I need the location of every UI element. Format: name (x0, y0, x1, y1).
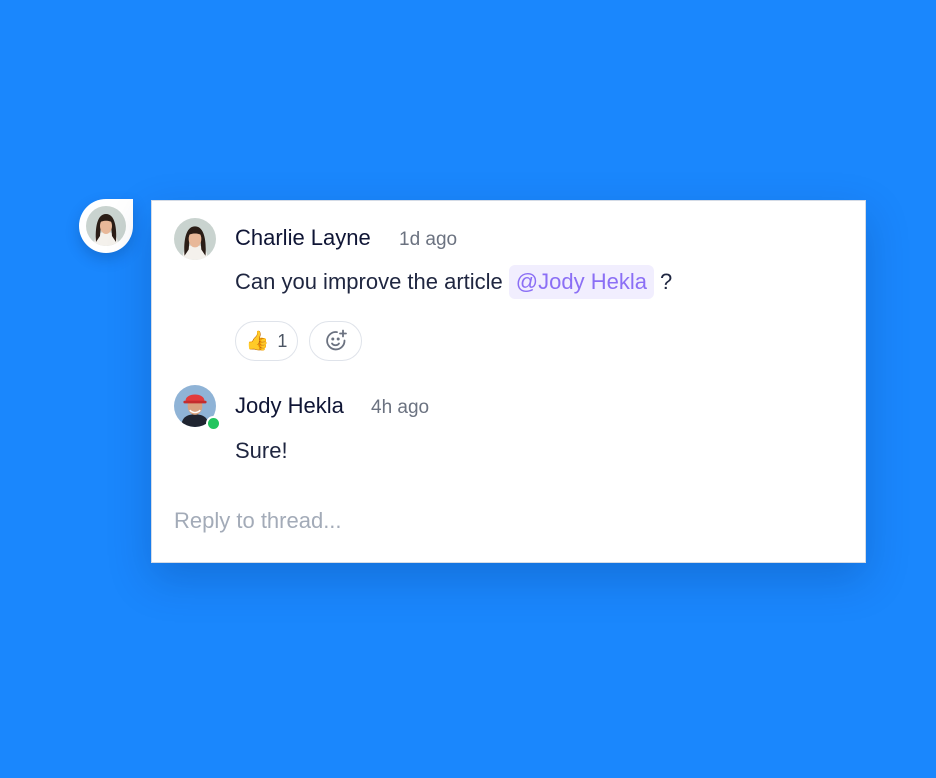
reaction-count: 1 (277, 330, 288, 351)
comment-text-after: ? (659, 269, 673, 294)
add-reaction-button[interactable] (309, 321, 362, 361)
comment-pin[interactable] (79, 199, 133, 253)
comment-author[interactable]: Jody Hekla (235, 393, 344, 419)
online-status-indicator (206, 416, 221, 431)
comment-text-before: Can you improve the article (235, 269, 503, 294)
reaction-thumbs-up[interactable]: 👍 1 (235, 321, 298, 361)
pin-avatar (86, 206, 126, 246)
add-reaction-icon (324, 329, 348, 353)
comment-text: Sure! (235, 438, 288, 463)
charlie-avatar[interactable] (174, 218, 216, 260)
comment-timestamp: 4h ago (371, 397, 430, 418)
comment-text: Can you improve the article @Jody Hekla … (235, 265, 672, 299)
reply-input[interactable] (174, 501, 844, 541)
comment-timestamp: 1d ago (399, 229, 458, 250)
thumbs-up-icon: 👍 (245, 330, 270, 352)
comment-thread-card: Charlie Layne 1d ago Can you improve the… (151, 200, 866, 563)
comment-author[interactable]: Charlie Layne (235, 225, 371, 251)
mention-chip[interactable]: @Jody Hekla (508, 265, 654, 299)
